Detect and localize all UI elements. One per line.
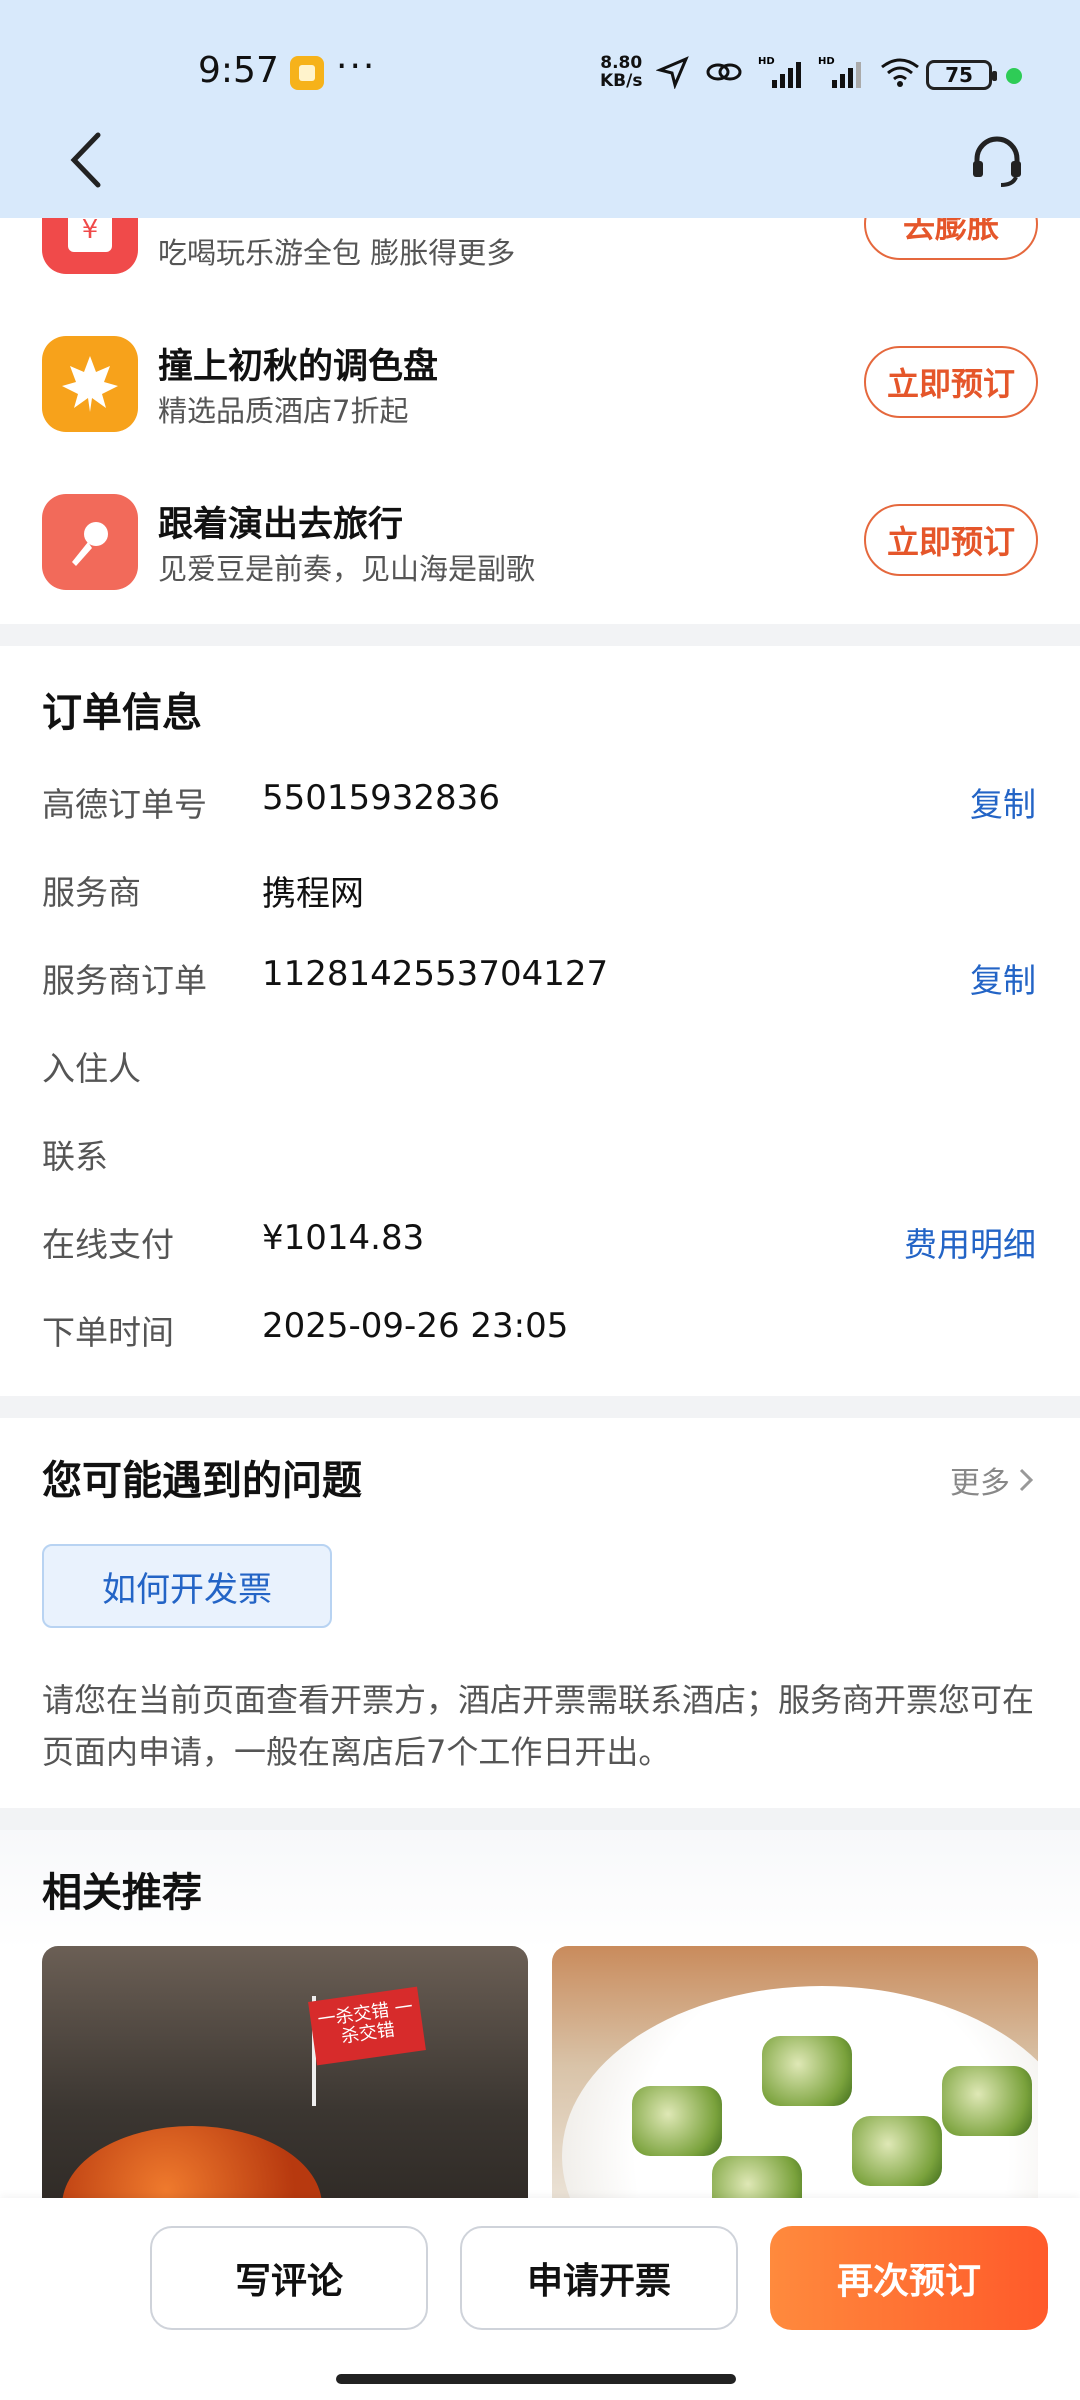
status-time: 9:57 xyxy=(198,50,279,91)
faq-title: 您可能遇到的问题 xyxy=(42,1458,362,1504)
recommend-title: 相关推荐 xyxy=(42,1870,202,1916)
cucumber-shape xyxy=(632,2086,722,2156)
order-info-card: 订单信息 高德订单号 55015932836 复制 服务商 携程网 服务商订单 … xyxy=(0,646,1080,1396)
row-label: 服务商 xyxy=(42,873,141,912)
promo-subtitle: 吃喝玩乐游全包 膨胀得更多 xyxy=(158,236,516,270)
faq-card: 您可能遇到的问题 更多 如何开发票 请您在当前页面查看开票方，酒店开票需联系酒店… xyxy=(0,1418,1080,1808)
order-row-contact: 联系 xyxy=(0,1122,1080,1182)
privacy-dot xyxy=(1006,68,1022,84)
row-value: 55015932836 xyxy=(262,778,500,818)
apply-invoice-button[interactable]: 申请开票 xyxy=(460,2226,738,2330)
order-info-title: 订单信息 xyxy=(42,690,202,736)
promo-item[interactable]: 跟着演出去旅行 见爱豆是前奏，见山海是副歌 立即预订 xyxy=(0,494,1080,614)
net-speed-value: 8.80 xyxy=(600,53,643,73)
app-root: ¥ 吃喝玩乐游全包 膨胀得更多 去膨胀 撞上初秋的调色盘 精选品质酒店7折起 立… xyxy=(0,0,1080,2400)
fee-detail-link[interactable]: 费用明细 xyxy=(904,1218,1036,1266)
svg-text:¥: ¥ xyxy=(82,215,99,245)
battery-icon: 75 xyxy=(926,60,997,90)
link-icon xyxy=(706,63,742,81)
promo-title: 跟着演出去旅行 xyxy=(158,505,404,545)
order-row-amap-no: 高德订单号 55015932836 复制 xyxy=(0,770,1080,830)
promo-item[interactable]: 撞上初秋的调色盘 精选品质酒店7折起 立即预订 xyxy=(0,336,1080,456)
back-button[interactable] xyxy=(56,128,116,192)
order-row-provider-order: 服务商订单 1128142553704127 复制 xyxy=(0,946,1080,1006)
svg-text:HD: HD xyxy=(818,56,835,67)
copy-button[interactable]: 复制 xyxy=(970,778,1036,826)
row-label: 在线支付 xyxy=(42,1225,174,1264)
hd-signal-icon: HD xyxy=(818,56,861,88)
rebook-button[interactable]: 再次预订 xyxy=(770,2226,1048,2330)
book-now-button[interactable]: 立即预订 xyxy=(864,504,1038,576)
order-row-payment: 在线支付 ¥1014.83 费用明细 xyxy=(0,1210,1080,1270)
net-speed-unit: KB/s xyxy=(600,71,643,91)
location-arrow-icon xyxy=(656,56,689,89)
wifi-icon xyxy=(881,58,919,87)
row-label: 联系 xyxy=(42,1137,108,1176)
row-label: 服务商订单 xyxy=(42,961,207,1000)
more-label: 更多 xyxy=(950,1466,1010,1501)
status-more: ··· xyxy=(336,46,377,87)
promo-subtitle: 见爱豆是前奏，见山海是副歌 xyxy=(158,552,536,586)
row-value: ¥1014.83 xyxy=(262,1218,425,1258)
faq-question-chip[interactable]: 如何开发票 xyxy=(42,1544,332,1628)
header: 9:57 ··· 8.80 KB/s HD HD 75 xyxy=(0,0,1080,218)
flag-text: 一杀交错 一杀交错 xyxy=(308,1986,426,2066)
status-icons: HD HD xyxy=(656,52,922,92)
cucumber-shape xyxy=(942,2066,1032,2136)
write-review-button[interactable]: 写评论 xyxy=(150,2226,428,2330)
home-indicator[interactable] xyxy=(336,2374,736,2384)
book-now-button[interactable]: 立即预订 xyxy=(864,346,1038,418)
svg-text:HD: HD xyxy=(758,56,775,67)
row-label: 下单时间 xyxy=(42,1313,174,1352)
row-value: 2025-09-26 23:05 xyxy=(262,1306,569,1346)
row-value: 1128142553704127 xyxy=(262,954,609,994)
order-row-guest: 入住人 xyxy=(0,1034,1080,1094)
headset-icon xyxy=(973,136,1021,187)
promo-subtitle: 精选品质酒店7折起 xyxy=(158,394,409,428)
order-row-provider: 服务商 携程网 xyxy=(0,858,1080,918)
more-link[interactable]: 更多 xyxy=(950,1458,1036,1502)
order-row-time: 下单时间 2025-09-26 23:05 xyxy=(0,1298,1080,1358)
chevron-right-icon xyxy=(1019,1468,1034,1492)
row-label: 高德订单号 xyxy=(42,785,207,824)
maple-leaf-icon xyxy=(42,336,138,432)
promo-title: 撞上初秋的调色盘 xyxy=(158,347,439,387)
copy-button[interactable]: 复制 xyxy=(970,954,1036,1002)
battery-level: 75 xyxy=(945,63,973,87)
faq-answer: 请您在当前页面查看开票方，酒店开票需联系酒店；服务商开票您可在页面内申请，一般在… xyxy=(42,1681,1035,1771)
cucumber-shape xyxy=(852,2116,942,2186)
bottom-action-bar: 写评论 申请开票 再次预订 xyxy=(0,2198,1080,2400)
microphone-icon xyxy=(42,494,138,590)
net-speed: 8.80 KB/s xyxy=(600,54,642,90)
app-notification-icon xyxy=(290,56,324,90)
row-label: 入住人 xyxy=(42,1049,141,1088)
cucumber-shape xyxy=(762,2036,852,2106)
hd-signal-icon: HD xyxy=(758,56,801,88)
status-bar: 9:57 ··· 8.80 KB/s HD HD 75 xyxy=(0,40,1080,110)
row-value: 携程网 xyxy=(262,874,364,914)
chevron-left-icon xyxy=(70,132,101,188)
customer-service-button[interactable] xyxy=(962,126,1032,196)
